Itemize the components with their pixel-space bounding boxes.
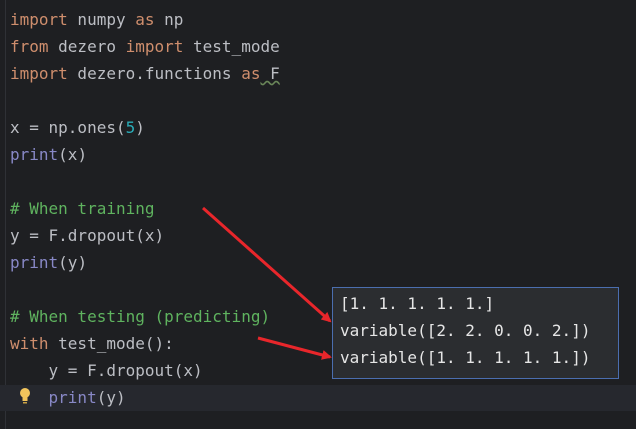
code-token: import [125, 37, 184, 56]
code-line-2[interactable]: from dezero import test_mode [10, 36, 280, 58]
code-token: print [48, 388, 97, 407]
code-line-8[interactable]: # When training [10, 198, 155, 220]
code-line-13[interactable]: with test_mode(): [10, 333, 174, 355]
code-token: (y) [96, 388, 126, 407]
code-token: import [10, 64, 68, 83]
output-line-2: variable([2. 2. 0. 0. 2.]) [340, 321, 591, 340]
code-line-6[interactable]: print(x) [10, 144, 87, 166]
code-token: F [260, 64, 280, 83]
output-line-1: [1. 1. 1. 1. 1.] [340, 294, 495, 313]
code-token: dezero.functions [67, 64, 242, 83]
code-token: (y) [58, 253, 88, 272]
code-token: import [10, 10, 68, 29]
code-editor[interactable]: import numpy as np from dezero import tes… [0, 0, 636, 429]
code-token: with [10, 334, 49, 353]
code-token: # When training [10, 199, 155, 218]
code-token: test_mode(): [48, 334, 174, 353]
code-token: test_mode [183, 37, 280, 56]
arrow-to-output-line-3 [257, 336, 332, 360]
code-token: np [154, 10, 184, 29]
arrow-to-output-line-2 [202, 206, 332, 323]
code-line-5[interactable]: x = np.ones(5) [10, 117, 145, 139]
code-token: dezero [48, 37, 126, 56]
code-line-1[interactable]: import numpy as np [10, 9, 183, 31]
output-popup: [1. 1. 1. 1. 1.] variable([2. 2. 0. 0. 2… [332, 287, 619, 379]
code-token: ) [135, 118, 145, 137]
code-line-9[interactable]: y = F.dropout(x) [10, 225, 164, 247]
code-token: print [10, 253, 59, 272]
code-line-10[interactable]: print(y) [10, 252, 87, 274]
code-line-14[interactable]: y = F.dropout(x) [10, 360, 203, 382]
code-token: as [241, 64, 261, 83]
code-token: from [10, 37, 49, 56]
code-token: # When testing (predicting) [10, 307, 271, 326]
code-token: (x) [58, 145, 88, 164]
code-token: as [135, 10, 155, 29]
code-token: x = np.ones( [10, 118, 126, 137]
code-line-3[interactable]: import dezero.functions as F [10, 63, 280, 85]
code-token: 5 [125, 118, 136, 137]
code-token: y = F.dropout(x) [10, 226, 165, 245]
lightbulb-icon[interactable] [18, 386, 32, 406]
output-line-3: variable([1. 1. 1. 1. 1.]) [340, 348, 591, 367]
code-token: numpy [67, 10, 136, 29]
code-line-12[interactable]: # When testing (predicting) [10, 306, 270, 328]
code-token: print [10, 145, 59, 164]
code-token: y = F.dropout(x) [10, 361, 203, 380]
indent-guide [5, 0, 6, 429]
